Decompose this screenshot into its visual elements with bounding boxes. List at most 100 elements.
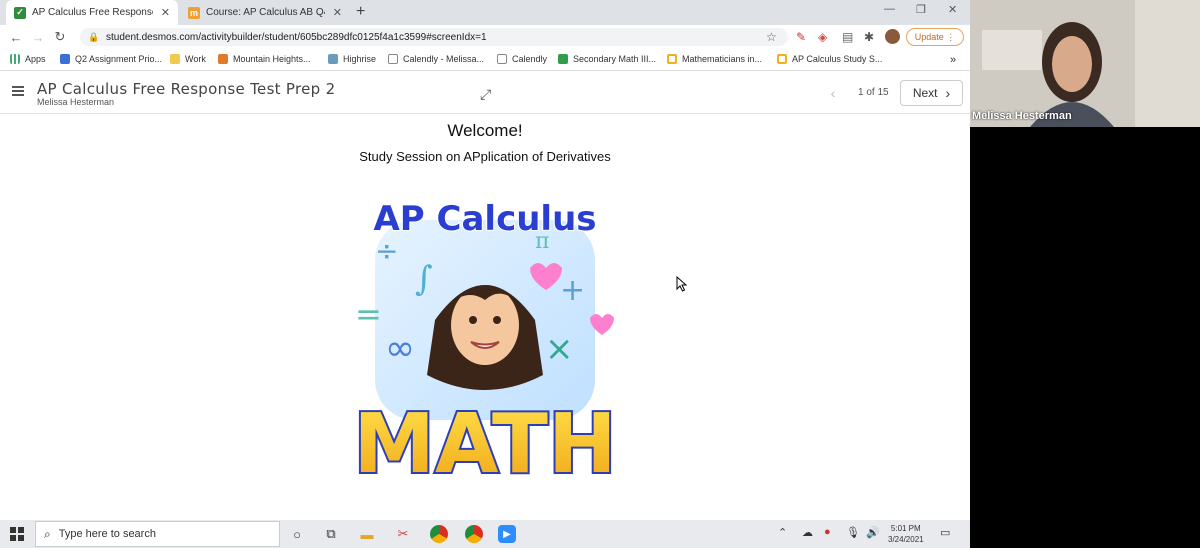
bookmark-apps[interactable]: Apps xyxy=(10,54,46,64)
url-text: student.desmos.com/activitybuilder/stude… xyxy=(106,31,487,43)
task-view-icon[interactable]: ⧉ xyxy=(322,525,340,543)
taskbar-search-input[interactable]: ⌕ Type here to search xyxy=(35,521,280,547)
reload-icon[interactable]: ↻ xyxy=(49,29,71,45)
star-icon[interactable]: ☆ xyxy=(766,30,777,44)
welcome-heading: Welcome! xyxy=(447,121,523,140)
new-tab-icon[interactable]: + xyxy=(356,3,365,21)
next-button[interactable]: Next › xyxy=(900,80,963,106)
clock-time: 5:01 PM xyxy=(890,524,921,533)
search-icon: ⌕ xyxy=(44,526,51,541)
bookmark-secondary-math[interactable]: Secondary Math III... xyxy=(558,54,656,64)
svg-text:+: + xyxy=(560,273,585,308)
bookmark-label: Secondary Math III... xyxy=(573,54,657,64)
browser-window: ✓ AP Calculus Free Response Test Prep ✕ … xyxy=(0,0,970,520)
fullscreen-icon[interactable]: ⤢ xyxy=(480,86,491,103)
close-tab-icon[interactable]: ✕ xyxy=(161,6,170,19)
doc-icon xyxy=(60,54,70,64)
video-background xyxy=(970,127,1200,548)
chrome-icon[interactable] xyxy=(465,525,483,543)
bookmark-ap-calc-study[interactable]: AP Calculus Study S... xyxy=(777,54,882,64)
tab-course[interactable]: m Course: AP Calculus AB Q4, Topic ✕ xyxy=(180,0,350,25)
slides-icon xyxy=(667,54,677,64)
volume-icon[interactable]: 🔊 xyxy=(866,526,880,539)
next-label: Next xyxy=(912,86,938,100)
update-button[interactable]: Update ⋮ xyxy=(906,28,964,46)
file-explorer-icon[interactable]: ▬ xyxy=(358,525,376,543)
tab-title: AP Calculus Free Response Test Prep xyxy=(32,7,153,18)
tray-app-icon[interactable]: ● xyxy=(824,526,831,538)
toolbar: ← → ↻ 🔒 student.desmos.com/activitybuild… xyxy=(0,25,970,49)
desmos-favicon-icon: ✓ xyxy=(14,6,26,19)
minimize-icon[interactable]: — xyxy=(884,3,895,15)
extension-icon[interactable]: ▤ xyxy=(842,30,853,44)
pen-extension-icon[interactable]: ✎ xyxy=(796,30,806,44)
ap-calculus-logo-text: AP Calculus xyxy=(373,199,596,239)
system-clock[interactable]: 5:01 PM 3/24/2021 xyxy=(888,523,924,545)
svg-text:∫: ∫ xyxy=(415,259,433,299)
activity-author: Melissa Hesterman xyxy=(37,97,115,107)
bookmark-label: Q2 Assignment Prio... xyxy=(75,54,163,64)
mouse-cursor-icon xyxy=(676,276,688,292)
chrome-icon[interactable] xyxy=(430,525,448,543)
bookmark-label: Mountain Heights... xyxy=(233,54,311,64)
restore-icon[interactable]: ❐ xyxy=(916,3,926,16)
onedrive-icon[interactable]: ☁ xyxy=(802,526,813,539)
address-bar[interactable]: 🔒 student.desmos.com/activitybuilder/stu… xyxy=(80,28,788,46)
profile-avatar[interactable] xyxy=(885,29,900,44)
forward-icon[interactable]: → xyxy=(27,30,49,45)
bookmark-label: Mathematicians in... xyxy=(682,54,763,64)
webcam-feed xyxy=(970,0,1200,127)
participant-name: Melissa Hesterman xyxy=(972,110,1072,122)
windows-start-icon[interactable] xyxy=(10,527,24,541)
back-icon[interactable]: ← xyxy=(5,30,27,45)
bookmark-label: Work xyxy=(185,54,206,64)
bookmark-highrise[interactable]: Highrise xyxy=(328,54,376,64)
bookmark-label: AP Calculus Study S... xyxy=(792,54,883,64)
bookmark-mathematicians[interactable]: Mathematicians in... xyxy=(667,54,762,64)
puzzle-icon[interactable]: ✱ xyxy=(864,30,874,44)
notifications-icon[interactable]: ▭ xyxy=(940,526,950,539)
bookmark-calendly-melissa[interactable]: Calendly - Melissa... xyxy=(388,54,484,64)
bookmark-calendly[interactable]: Calendly xyxy=(497,54,547,64)
folder-icon xyxy=(170,54,180,64)
calendar-icon xyxy=(497,54,507,64)
sheet-icon xyxy=(558,54,568,64)
clock-date: 3/24/2021 xyxy=(888,535,924,544)
chevron-up-icon[interactable]: ⌃ xyxy=(778,526,787,539)
site-icon xyxy=(328,54,338,64)
chevron-right-icon: › xyxy=(945,85,951,101)
activity-title: AP Calculus Free Response Test Prep 2 xyxy=(37,80,336,98)
search-placeholder: Type here to search xyxy=(58,528,156,540)
screen-counter: 1 of 15 xyxy=(858,87,889,98)
bookmarks-bar: Apps Q2 Assignment Prio... Work Mountain… xyxy=(0,49,970,71)
cortana-icon[interactable]: ○ xyxy=(288,525,306,543)
tab-title: Course: AP Calculus AB Q4, Topic xyxy=(206,7,325,18)
math-logo-text: MATH xyxy=(353,397,616,490)
windows-taskbar: ⌕ Type here to search ○ ⧉ ▬ ✂ ▶ ⌃ ☁ ● 🎙 … xyxy=(0,520,970,548)
slides-icon xyxy=(777,54,787,64)
svg-text:÷: ÷ xyxy=(375,234,398,267)
menu-icon[interactable] xyxy=(12,86,24,96)
course-favicon-icon: m xyxy=(188,6,200,19)
lock-icon: 🔒 xyxy=(88,31,100,42)
microphone-icon[interactable]: 🎙 xyxy=(846,526,860,539)
bookmark-work[interactable]: Work xyxy=(170,54,206,64)
close-window-icon[interactable]: ✕ xyxy=(948,3,957,16)
webcam-video-image xyxy=(970,0,1200,127)
svg-text:×: × xyxy=(545,329,574,369)
previous-button[interactable]: ‹ xyxy=(820,81,846,105)
tab-bar: ✓ AP Calculus Free Response Test Prep ✕ … xyxy=(0,0,970,25)
bookmark-q2[interactable]: Q2 Assignment Prio... xyxy=(60,54,162,64)
close-tab-icon[interactable]: ✕ xyxy=(333,6,342,19)
zoom-icon[interactable]: ▶ xyxy=(498,525,516,543)
site-icon xyxy=(218,54,228,64)
extension-icon[interactable]: ◈ xyxy=(818,30,827,44)
bookmark-mountain-heights[interactable]: Mountain Heights... xyxy=(218,54,311,64)
svg-text:π: π xyxy=(535,229,549,254)
bookmark-label: Highrise xyxy=(343,54,377,64)
bookmark-label: Calendly xyxy=(512,54,548,64)
calendar-icon xyxy=(388,54,398,64)
snipping-tool-icon[interactable]: ✂ xyxy=(394,525,412,543)
tab-ap-calculus-prep[interactable]: ✓ AP Calculus Free Response Test Prep ✕ xyxy=(6,0,178,25)
more-bookmarks-icon[interactable]: » xyxy=(950,54,956,66)
